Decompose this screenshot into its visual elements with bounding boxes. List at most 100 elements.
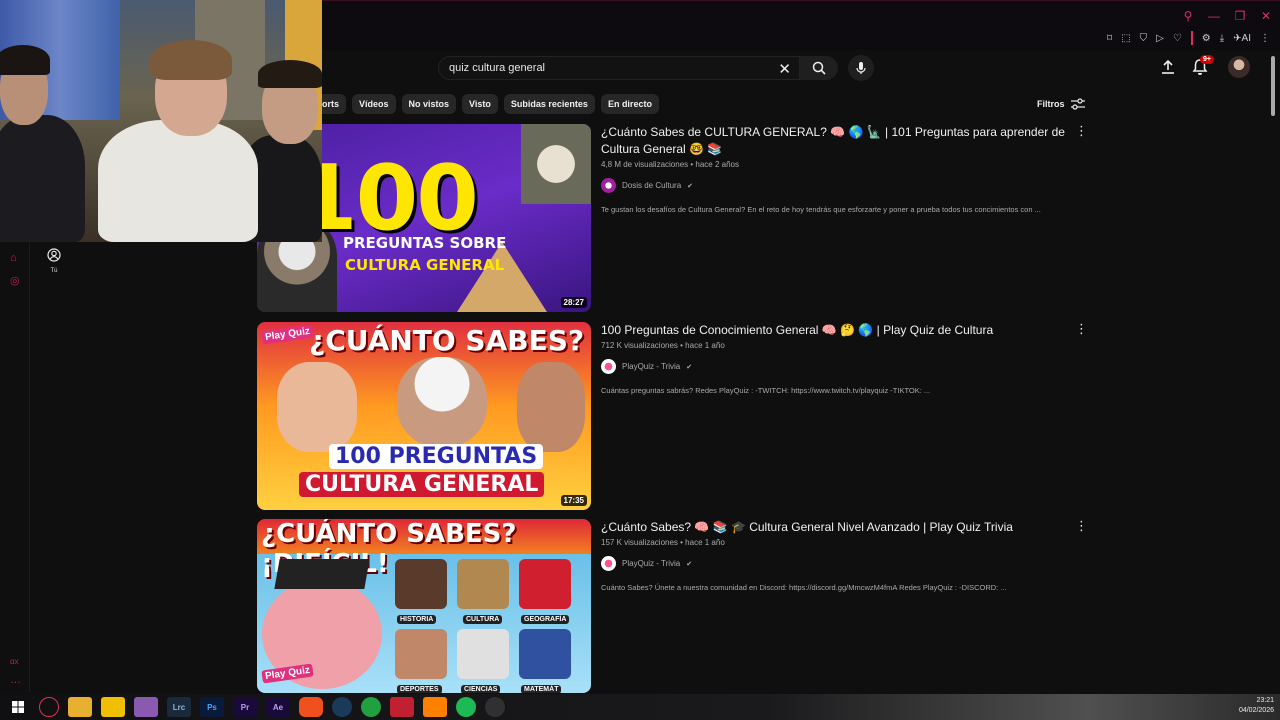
download-icon[interactable]: ⤓	[1220, 33, 1224, 44]
restore-icon[interactable]: ❐	[1234, 9, 1246, 23]
voice-search-button[interactable]	[848, 55, 874, 81]
heart-icon[interactable]: ♡	[1173, 33, 1182, 44]
windows-start-icon[interactable]	[6, 697, 30, 717]
folder-icon[interactable]	[68, 697, 92, 717]
category-tag: MATEMÁT	[521, 685, 562, 693]
after-effects-icon[interactable]: Ae	[266, 697, 290, 717]
lightroom-icon[interactable]: Lrc	[167, 697, 191, 717]
notifications-button[interactable]: 9+	[1192, 55, 1214, 81]
video-description: Cuánto Sabes? Únete a nuestra comunidad …	[601, 583, 1007, 592]
channel-row[interactable]: PlayQuiz - Trivia ✔	[601, 359, 1071, 374]
filters-button[interactable]: Filtros	[1037, 98, 1085, 110]
video-title[interactable]: 100 Preguntas de Conocimiento General 🧠 …	[601, 322, 1071, 339]
portrait-image	[277, 362, 357, 452]
notification-badge: 9+	[1200, 55, 1214, 64]
video-title[interactable]: ¿Cuánto Sabes? 🧠 📚 🎓 Cultura General Niv…	[601, 519, 1071, 536]
channel-row[interactable]: PlayQuiz - Trivia ✔	[601, 556, 1071, 571]
verified-icon: ✔	[687, 182, 694, 190]
video-title[interactable]: ¿Cuánto Sabes de CULTURA GENERAL? 🧠 🌎 🗽 …	[601, 124, 1071, 158]
search-input[interactable]	[449, 62, 749, 74]
sliders-icon	[1070, 98, 1085, 110]
video-meta: 157 K visualizaciones • hace 1 año	[601, 538, 725, 547]
menu-icon[interactable]: ⋮	[1260, 33, 1270, 44]
filter-chips: orts Vídeos No vistos Visto Subidas reci…	[322, 94, 659, 114]
video-description: Te gustan los desafíos de Cultura Genera…	[601, 205, 1041, 214]
bookmark-icon[interactable]: ⌑	[1107, 33, 1112, 44]
category-image	[457, 559, 509, 609]
channel-avatar[interactable]	[601, 556, 616, 571]
thumb-text-line1: 100 PREGUNTAS	[329, 444, 544, 469]
upload-icon	[1162, 59, 1174, 74]
channel-name[interactable]: PlayQuiz - Trivia	[622, 559, 680, 568]
app-icon[interactable]	[423, 697, 447, 717]
chip-watched[interactable]: Visto	[462, 94, 498, 114]
more-actions-icon[interactable]: ⋮	[1075, 322, 1088, 335]
shield-icon[interactable]: ⛉	[1140, 33, 1148, 44]
duration-badge: 28:27	[560, 297, 587, 308]
opera-icon[interactable]	[39, 697, 59, 717]
more-actions-icon[interactable]: ⋮	[1075, 519, 1088, 532]
video-info: ¿Cuánto Sabes de CULTURA GENERAL? 🧠 🌎 🗽 …	[601, 124, 1071, 214]
video-thumbnail[interactable]: ¿CUÁNTO SABES?¡DIFÍCIL! HISTORIA CULTURA…	[257, 519, 591, 693]
chip-not-watched[interactable]: No vistos	[401, 94, 457, 114]
video-result[interactable]: ¿CUÁNTO SABES? Play Quiz 100 PREGUNTAS C…	[257, 322, 1088, 510]
clock-date: 04/02/2026	[1238, 707, 1274, 714]
minimize-icon[interactable]: —	[1208, 9, 1220, 23]
channel-name[interactable]: PlayQuiz - Trivia	[622, 362, 680, 371]
more-actions-icon[interactable]: ⋮	[1075, 124, 1088, 137]
window-controls: ⚲ — ❐ ✕	[1182, 9, 1272, 23]
guide-item-you[interactable]: Tú	[40, 248, 68, 274]
search-button[interactable]	[800, 56, 838, 80]
spotify-icon[interactable]	[456, 697, 476, 717]
chip-shorts[interactable]: orts	[322, 94, 347, 114]
premiere-icon[interactable]: Pr	[233, 697, 257, 717]
system-clock[interactable]: 23:21 04/02/2026	[1239, 696, 1274, 716]
channel-avatar[interactable]	[601, 359, 616, 374]
video-result[interactable]: 100 PREGUNTAS SOBRE CULTURA GENERAL 28:2…	[257, 124, 1088, 312]
search-tabs-icon[interactable]: ⚲	[1182, 9, 1194, 23]
chip-videos[interactable]: Vídeos	[352, 94, 396, 114]
x-icon[interactable]: ɑx	[10, 657, 18, 666]
filters-label: Filtros	[1037, 99, 1065, 109]
category-image	[519, 559, 571, 609]
messenger-icon[interactable]	[134, 697, 158, 717]
whatsapp-icon[interactable]	[361, 697, 381, 717]
clear-search-icon[interactable]: ✕	[778, 60, 791, 78]
play-icon[interactable]: ▷	[1156, 33, 1164, 44]
category-tag: DEPORTES	[397, 685, 442, 693]
portrait-image	[517, 362, 585, 452]
create-upload-button[interactable]	[1160, 59, 1176, 80]
search-box[interactable]: ✕	[438, 56, 800, 80]
subscriptions-icon[interactable]: ◎	[10, 274, 20, 287]
channel-row[interactable]: Dosis de Cultura ✔	[601, 178, 1071, 193]
archive-icon[interactable]	[101, 697, 125, 717]
brave-icon[interactable]	[299, 697, 323, 717]
screenshot-icon[interactable]: ⬚	[1121, 33, 1130, 44]
portrait-image	[397, 357, 487, 447]
close-icon[interactable]: ✕	[1260, 9, 1272, 23]
category-tag: HISTORIA	[397, 615, 437, 624]
account-avatar[interactable]	[1228, 56, 1250, 78]
search-icon	[812, 61, 826, 75]
video-result[interactable]: ¿CUÁNTO SABES?¡DIFÍCIL! HISTORIA CULTURA…	[257, 519, 1088, 693]
extensions-icon[interactable]: ⚙	[1202, 33, 1211, 44]
more-icon[interactable]: …	[10, 674, 21, 686]
video-thumbnail[interactable]: ¿CUÁNTO SABES? Play Quiz 100 PREGUNTAS C…	[257, 322, 591, 510]
chip-live[interactable]: En directo	[600, 94, 659, 114]
app-icon[interactable]	[485, 697, 505, 717]
chip-recently-uploaded[interactable]: Subidas recientes	[503, 94, 595, 114]
steam-icon[interactable]	[332, 697, 352, 717]
photoshop-icon[interactable]: Ps	[200, 697, 224, 717]
person-image	[98, 120, 258, 242]
user-circle-icon	[47, 248, 61, 262]
channel-avatar[interactable]	[601, 178, 616, 193]
graduation-cap-image	[274, 559, 370, 589]
home-icon[interactable]: ⌂	[10, 252, 17, 264]
channel-name[interactable]: Dosis de Cultura	[622, 181, 681, 190]
you-label: Tú	[50, 268, 58, 274]
video-meta: 712 K visualizaciones • hace 1 año	[601, 341, 725, 350]
app-icon[interactable]	[390, 697, 414, 717]
page-scrollbar[interactable]	[1271, 56, 1275, 116]
video-description: Cuántas preguntas sabrás? Redes PlayQuiz…	[601, 386, 931, 395]
ai-icon[interactable]: ✈AI	[1233, 33, 1251, 44]
